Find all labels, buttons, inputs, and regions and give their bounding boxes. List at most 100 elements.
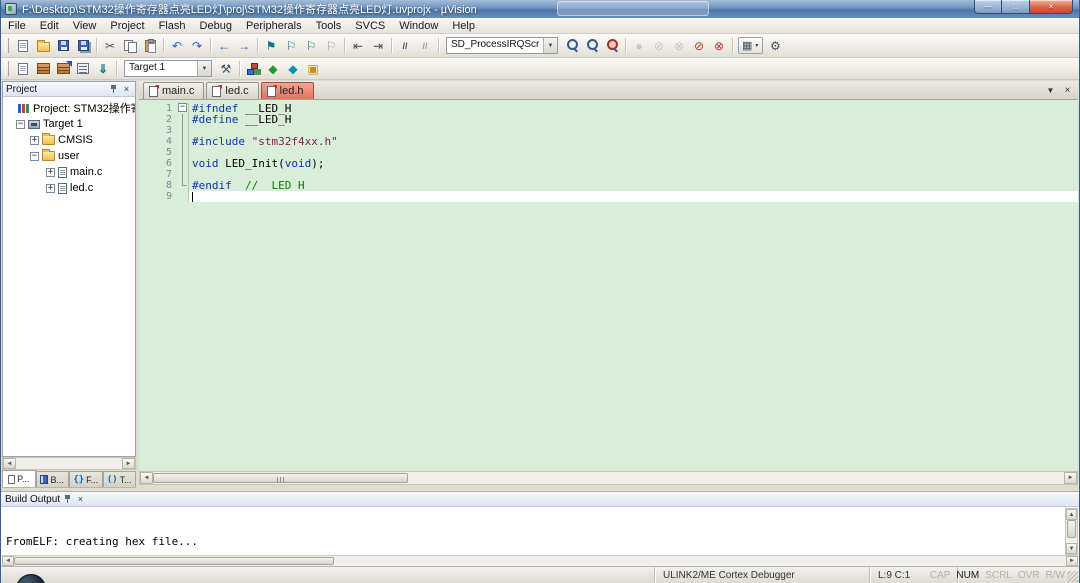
kill-all-breakpoints-icon[interactable]: ⊗ bbox=[709, 37, 729, 55]
menu-edit[interactable]: Edit bbox=[33, 18, 66, 33]
toolbar-grip[interactable] bbox=[5, 38, 9, 53]
tab-list-button[interactable]: ▼ bbox=[1043, 83, 1058, 98]
download-icon[interactable]: ⇓ bbox=[93, 60, 113, 78]
menu-peripherals[interactable]: Peripherals bbox=[239, 18, 309, 33]
code-editor[interactable]: 1 − #ifndef __LED_H 2 #define __LED_H 3 … bbox=[139, 100, 1078, 471]
configure-icon[interactable]: ⚙ bbox=[765, 37, 785, 55]
tab-led-c[interactable]: led.c bbox=[206, 82, 259, 99]
scroll-track[interactable] bbox=[334, 556, 1066, 566]
tab-main-c[interactable]: main.c bbox=[143, 82, 205, 99]
menu-project[interactable]: Project bbox=[103, 18, 151, 33]
batch-build-icon[interactable] bbox=[73, 60, 93, 78]
menu-help[interactable]: Help bbox=[445, 18, 482, 33]
scroll-right-icon[interactable]: ► bbox=[1066, 556, 1078, 566]
tree-item-project-root[interactable]: Project: STM32操作寄存器 bbox=[3, 100, 135, 116]
build-output-hscrollbar[interactable]: ◄ ► bbox=[2, 555, 1078, 566]
build-output-vscrollbar[interactable]: ▲ ▼ bbox=[1065, 508, 1078, 555]
scroll-track[interactable] bbox=[16, 458, 122, 469]
copy-icon[interactable] bbox=[120, 37, 140, 55]
build-output-log[interactable]: FromELF: creating hex file... ".\Objects… bbox=[2, 507, 1065, 555]
clear-bookmarks-icon[interactable]: ⚐ bbox=[321, 37, 341, 55]
menu-window[interactable]: Window bbox=[392, 18, 445, 33]
tree-expander[interactable]: − bbox=[30, 151, 39, 161]
scroll-left-icon[interactable]: ◄ bbox=[3, 458, 16, 469]
panel-tab-project[interactable]: P... bbox=[2, 470, 36, 487]
tree-expander[interactable]: − bbox=[16, 119, 25, 129]
scroll-left-icon[interactable]: ◄ bbox=[2, 556, 14, 566]
build-icon[interactable] bbox=[33, 60, 53, 78]
maximize-button[interactable]: □ bbox=[1002, 0, 1029, 14]
outdent-icon[interactable]: ⇤ bbox=[348, 37, 368, 55]
tab-led-h[interactable]: led.h bbox=[260, 82, 314, 99]
navigate-forward-icon[interactable]: → bbox=[234, 37, 254, 55]
find-in-files-icon[interactable] bbox=[602, 37, 622, 55]
code-line[interactable]: 8 #endif //__LED_H bbox=[139, 180, 1078, 191]
save-icon[interactable] bbox=[53, 37, 73, 55]
pin-icon[interactable] bbox=[109, 84, 118, 94]
code-line[interactable]: 2 #define __LED_H bbox=[139, 114, 1078, 125]
pack-installer-icon[interactable]: ▣ bbox=[303, 60, 323, 78]
panel-tab-templates[interactable]: () T... bbox=[102, 471, 136, 487]
insert-breakpoint-icon[interactable]: ● bbox=[629, 37, 649, 55]
target-combobox[interactable]: Target 1 ▼ bbox=[124, 60, 212, 77]
redo-icon[interactable]: ↷ bbox=[187, 37, 207, 55]
incremental-find-icon[interactable] bbox=[582, 37, 602, 55]
pin-icon[interactable] bbox=[63, 494, 72, 504]
scroll-up-icon[interactable]: ▲ bbox=[1066, 509, 1077, 520]
manage-components-icon[interactable]: ◆ bbox=[263, 60, 283, 78]
tree-expander[interactable]: + bbox=[46, 167, 55, 177]
panel-tab-books[interactable]: B... bbox=[35, 471, 69, 487]
menu-flash[interactable]: Flash bbox=[152, 18, 193, 33]
tree-item-main-c[interactable]: + main.c bbox=[3, 164, 135, 180]
search-combobox[interactable]: SD_ProcessIRQScr ▼ bbox=[446, 37, 558, 54]
previous-bookmark-icon[interactable]: ⚐ bbox=[281, 37, 301, 55]
tree-item-target-1[interactable]: − Target 1 bbox=[3, 116, 135, 132]
open-file-icon[interactable] bbox=[33, 37, 53, 55]
scroll-right-icon[interactable]: ► bbox=[122, 458, 135, 469]
navigate-back-icon[interactable]: ← bbox=[214, 37, 234, 55]
dropdown-arrow-icon[interactable]: ▼ bbox=[543, 38, 557, 53]
cut-icon[interactable]: ✂ bbox=[100, 37, 120, 55]
tree-item-led-c[interactable]: + led.c bbox=[3, 180, 135, 196]
scroll-right-icon[interactable]: ► bbox=[1064, 472, 1077, 484]
next-bookmark-icon[interactable]: ⚐ bbox=[301, 37, 321, 55]
scroll-left-icon[interactable]: ◄ bbox=[140, 472, 153, 484]
menu-svcs[interactable]: SVCS bbox=[348, 18, 392, 33]
titlebar[interactable]: F:\Desktop\STM32操作寄存器点亮LED灯\proj\STM32操作… bbox=[1, 0, 1079, 18]
scroll-thumb[interactable] bbox=[1067, 520, 1076, 538]
fold-toggle-icon[interactable]: − bbox=[178, 103, 187, 112]
scroll-thumb[interactable] bbox=[153, 473, 408, 483]
window-layout-button[interactable]: ▦ ▼ bbox=[738, 37, 764, 54]
tree-expander[interactable]: + bbox=[46, 183, 55, 193]
options-for-target-icon[interactable]: ⚒ bbox=[216, 60, 236, 78]
scroll-track[interactable] bbox=[408, 472, 1064, 484]
undo-icon[interactable]: ↶ bbox=[167, 37, 187, 55]
translate-file-icon[interactable] bbox=[13, 60, 33, 78]
runtime-environment-icon[interactable]: ◆ bbox=[283, 60, 303, 78]
menu-view[interactable]: View bbox=[66, 18, 104, 33]
indent-icon[interactable]: ⇥ bbox=[368, 37, 388, 55]
bookmark-toggle-icon[interactable]: ⚑ bbox=[261, 37, 281, 55]
save-all-icon[interactable] bbox=[73, 37, 93, 55]
close-file-button[interactable]: × bbox=[1060, 83, 1075, 98]
scroll-thumb[interactable] bbox=[14, 557, 334, 565]
minimize-button[interactable]: — bbox=[974, 0, 1002, 14]
close-panel-icon[interactable]: × bbox=[75, 494, 86, 505]
rebuild-icon[interactable] bbox=[53, 60, 73, 78]
tree-expander[interactable]: + bbox=[30, 135, 39, 145]
project-panel-hscrollbar[interactable]: ◄ ► bbox=[2, 457, 136, 470]
toolbar-grip[interactable] bbox=[5, 61, 9, 76]
kill-breakpoints-icon[interactable]: ⊗ bbox=[669, 37, 689, 55]
find-icon[interactable] bbox=[562, 37, 582, 55]
scroll-down-icon[interactable]: ▼ bbox=[1066, 543, 1077, 554]
uncomment-icon[interactable]: // bbox=[415, 37, 435, 55]
enable-disable-breakpoint-icon[interactable]: ⊘ bbox=[689, 37, 709, 55]
menu-tools[interactable]: Tools bbox=[309, 18, 349, 33]
menu-debug[interactable]: Debug bbox=[193, 18, 239, 33]
panel-tab-functions[interactable]: {} F... bbox=[69, 471, 103, 487]
tree-item-user[interactable]: − user bbox=[3, 148, 135, 164]
new-file-icon[interactable] bbox=[13, 37, 33, 55]
close-panel-icon[interactable]: × bbox=[121, 84, 132, 95]
file-extensions-icon[interactable] bbox=[243, 60, 263, 78]
tree-item-cmsis[interactable]: + CMSIS bbox=[3, 132, 135, 148]
